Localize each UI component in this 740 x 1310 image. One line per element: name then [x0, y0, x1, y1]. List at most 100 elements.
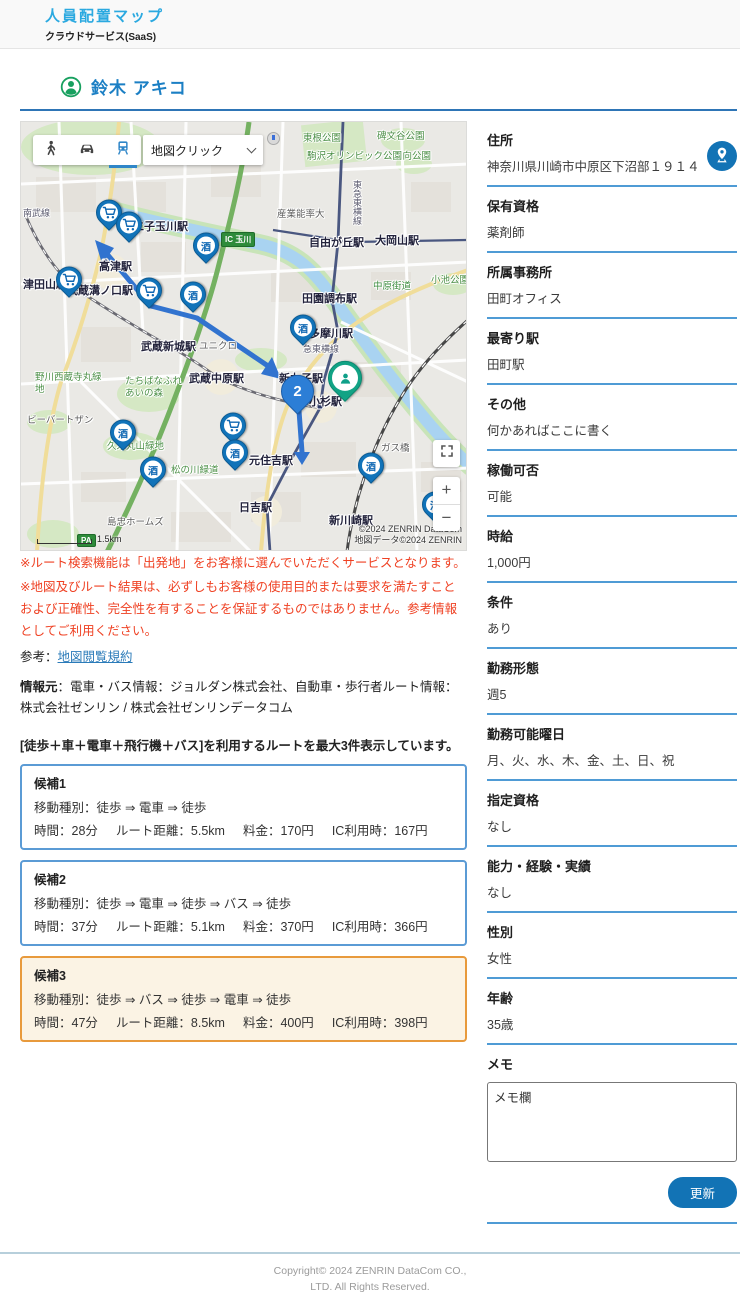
- map-label-station: 田園調布駅: [302, 290, 357, 306]
- field-value: 田町駅: [487, 354, 737, 373]
- field-label: 稼働可否: [487, 460, 737, 479]
- field-value: 1,000円: [487, 552, 737, 571]
- field-label: 保有資格: [487, 196, 737, 215]
- map-label-station: 日吉駅: [239, 499, 272, 515]
- map-label-rail: 東急東横線: [351, 180, 364, 225]
- field-label: 能力・経験・実績: [487, 856, 737, 875]
- route-summary: [徒歩＋車＋電車＋飛行機＋バス]を利用するルートを最大3件表示しています。: [20, 735, 467, 754]
- profile-field: 年齢35歳: [487, 979, 737, 1045]
- field-value: 田町オフィス: [487, 288, 737, 307]
- compass-icon: [267, 132, 280, 145]
- map-pin-liquor[interactable]: 酒: [179, 279, 207, 315]
- map-label-place: 産業能率大: [277, 206, 325, 220]
- map-label-area: 松の川緑道: [171, 462, 219, 476]
- route-warning-2: ※地図及びルート結果は、必ずしもお客様の使用目的または要求を満たすことおよび正確…: [20, 577, 467, 643]
- profile-field: 最寄り駅田町駅: [487, 319, 737, 385]
- candidate-list: 候補1移動種別：徒歩 ⇒ 電車 ⇒ 徒歩時間：28分ルート距離：5.5km料金：…: [20, 764, 467, 1042]
- map-pin-liquor[interactable]: 酒: [109, 417, 137, 453]
- zoom-controls: + −: [433, 477, 460, 531]
- field-value: あり: [487, 618, 737, 637]
- candidate-detail: 料金：170円: [243, 824, 314, 838]
- map-scale: 1.5km: [37, 534, 122, 544]
- field-value: なし: [487, 816, 737, 835]
- road-shield-badge: IC 玉川: [221, 232, 255, 247]
- map-label-area: たちばなふれあいの森: [125, 376, 191, 400]
- map-label-place: 島忠ホームズ: [107, 514, 164, 528]
- route-waypoint-marker[interactable]: 2: [280, 373, 316, 419]
- map-terms-link[interactable]: 地図閲覧規約: [58, 650, 133, 664]
- map-pin-cart[interactable]: [115, 209, 143, 245]
- candidate-transport: 移動種別：徒歩 ⇒ 電車 ⇒ 徒歩 ⇒ バス ⇒ 徒歩: [34, 893, 453, 912]
- candidate-detail: IC利用時：398円: [332, 1016, 428, 1030]
- location-pin-icon: [712, 145, 732, 168]
- person-name: 鈴木 アキコ: [91, 74, 187, 99]
- train-icon: [115, 140, 131, 161]
- app-header: 人員配置マップ クラウドサービス(SaaS): [0, 0, 740, 49]
- map-pin-liquor[interactable]: 酒: [221, 437, 249, 473]
- candidate-card[interactable]: 候補2 移動種別：徒歩 ⇒ 電車 ⇒ 徒歩 ⇒ バス ⇒ 徒歩時間：37分ルート距…: [20, 860, 467, 946]
- fullscreen-button[interactable]: [433, 440, 460, 467]
- map-pin-liquor[interactable]: 酒: [289, 312, 317, 348]
- candidate-title: 候補3: [34, 965, 453, 984]
- candidate-title: 候補1: [34, 773, 453, 792]
- zoom-out-button[interactable]: −: [433, 505, 460, 532]
- candidate-detail: ルート距離：8.5km: [116, 1016, 225, 1030]
- chevron-down-icon: [247, 143, 257, 153]
- map-label-place: ガス橋: [381, 440, 410, 454]
- fullscreen-icon: [439, 443, 455, 464]
- map-pin-liquor[interactable]: 酒: [357, 450, 385, 486]
- candidate-detail: IC利用時：167円: [332, 824, 428, 838]
- map-label-area: 野川西蔵寺丸緑地: [35, 372, 107, 396]
- map-label-area: 東根公園: [303, 130, 341, 144]
- scale-bar: [37, 539, 92, 544]
- map-label-station: 武蔵新城駅: [141, 338, 196, 354]
- map-label-station: 自由が丘駅: [309, 234, 364, 250]
- map-label-place: ビーバートザン: [27, 412, 93, 426]
- address-map-pin-button[interactable]: [707, 141, 737, 171]
- train-mode-button[interactable]: [105, 135, 141, 165]
- field-value: 神奈川県川崎市中原区下沼部１９１４: [487, 156, 737, 175]
- person-location-marker[interactable]: [327, 359, 365, 407]
- field-label: 時給: [487, 526, 737, 545]
- memo-textarea[interactable]: メモ欄: [487, 1082, 737, 1162]
- map-pin-liquor[interactable]: 酒: [192, 230, 220, 266]
- field-label: 勤務可能曜日: [487, 724, 737, 743]
- field-value: 月、火、水、木、金、土、日、祝: [487, 750, 737, 769]
- zoom-in-button[interactable]: +: [433, 477, 460, 505]
- field-value: 可能: [487, 486, 737, 505]
- profile-field: 勤務形態週5: [487, 649, 737, 715]
- map-label-area: 小池公園: [431, 272, 467, 286]
- candidate-card[interactable]: 候補3移動種別：徒歩 ⇒ バス ⇒ 徒歩 ⇒ 電車 ⇒ 徒歩時間：47分ルート距…: [20, 956, 467, 1042]
- walk-mode-button[interactable]: [33, 135, 69, 165]
- map-canvas[interactable]: 南武線二子玉川駅高津駅津田山駅武蔵溝ノ口駅武蔵新城駅武蔵中原駅新丸子駅小杉駅元住…: [20, 121, 467, 551]
- field-label: 勤務形態: [487, 658, 737, 677]
- candidate-detail: 時間：28分: [34, 824, 98, 838]
- app-subtitle: クラウドサービス(SaaS): [45, 28, 740, 43]
- map-pin-cart[interactable]: [135, 275, 163, 311]
- route-warning-1: ※ルート検索機能は「出発地」をお客様に選んでいただくサービスとなります。: [20, 553, 467, 575]
- scale-label: 1.5km: [97, 534, 122, 544]
- candidate-title: 候補2: [34, 869, 453, 888]
- update-button[interactable]: 更新: [668, 1177, 737, 1208]
- profile-field: その他何かあればここに書く: [487, 385, 737, 451]
- car-icon: [79, 140, 95, 161]
- field-value: 女性: [487, 948, 737, 967]
- profile-field: 性別女性: [487, 913, 737, 979]
- app-title: 人員配置マップ: [45, 5, 740, 26]
- candidate-detail: 時間：37分: [34, 920, 98, 934]
- map-action-select[interactable]: 地図クリック: [143, 135, 263, 165]
- profile-field: 保有資格薬剤師: [487, 187, 737, 253]
- map-action-value: 地図クリック: [151, 142, 223, 159]
- candidate-details: 時間：37分ルート距離：5.1km料金：370円IC利用時：366円: [34, 916, 453, 935]
- car-mode-button[interactable]: [69, 135, 105, 165]
- map-pin-liquor[interactable]: 酒: [139, 454, 167, 490]
- map-pin-cart[interactable]: [55, 264, 83, 300]
- notices: ※ルート検索機能は「出発地」をお客様に選んでいただくサービスとなります。 ※地図…: [20, 553, 467, 754]
- candidate-card[interactable]: 候補1移動種別：徒歩 ⇒ 電車 ⇒ 徒歩時間：28分ルート距離：5.5km料金：…: [20, 764, 467, 850]
- field-label: 条件: [487, 592, 737, 611]
- copyright-line-2: LTD. All Rights Reserved.: [0, 1280, 740, 1296]
- map-label-station: 大岡山駅: [375, 232, 419, 248]
- copyright-line-1: Copyright© 2024 ZENRIN DataCom CO.,: [0, 1264, 740, 1280]
- field-value: 35歳: [487, 1014, 737, 1033]
- field-label: 指定資格: [487, 790, 737, 809]
